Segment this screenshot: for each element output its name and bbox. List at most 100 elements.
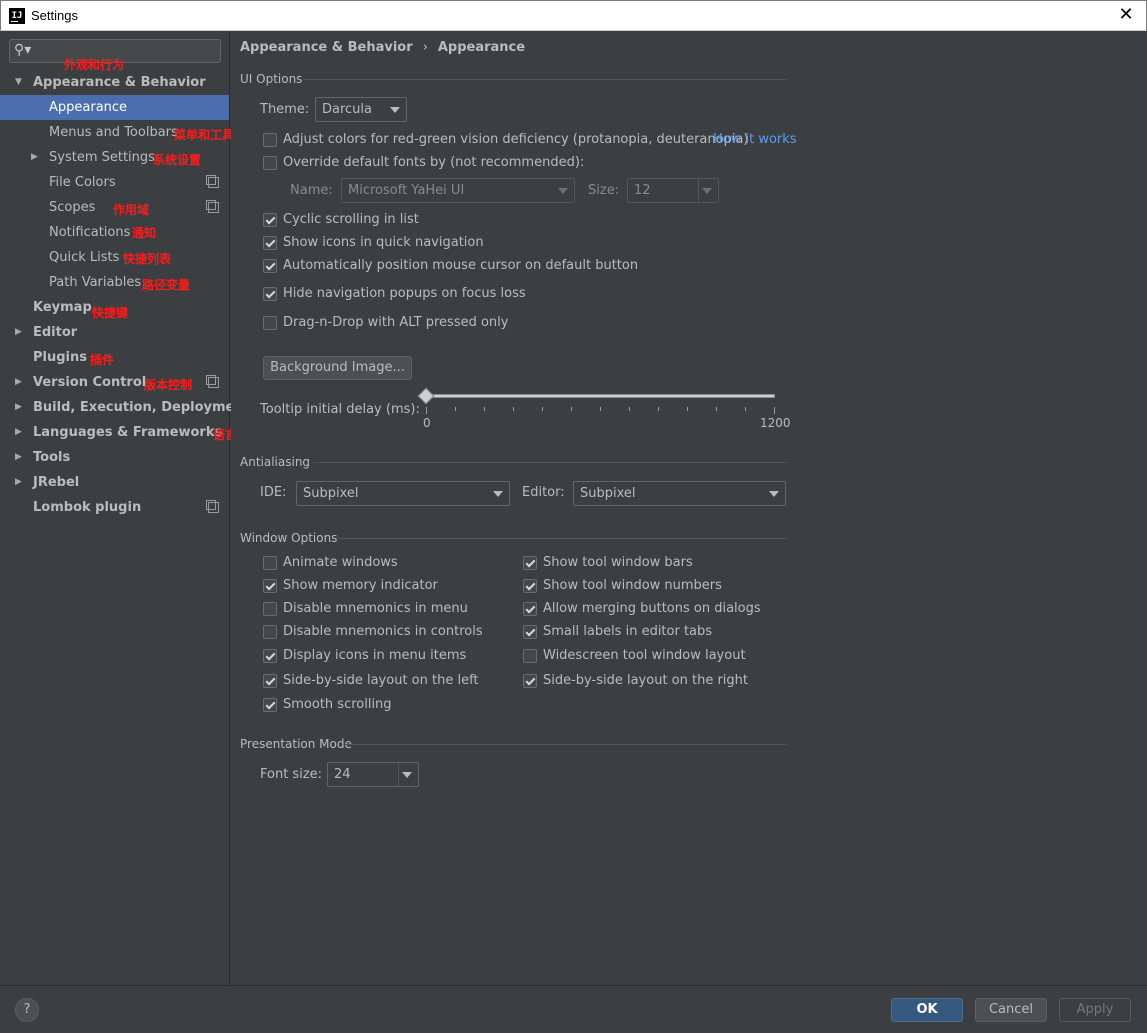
- presentation-font-size-label: Font size:: [260, 767, 323, 782]
- slider-max-label: 1200: [760, 416, 791, 430]
- slider-tick: [600, 407, 601, 411]
- tree-item-lombok-plugin[interactable]: Lombok plugin: [0, 495, 229, 520]
- expand-right-icon[interactable]: ▶: [31, 145, 38, 170]
- drag-n-drop-alt-label[interactable]: Drag-n-Drop with ALT pressed only: [283, 315, 508, 330]
- theme-select[interactable]: Darcula: [315, 97, 407, 122]
- small-labels-editor-tabs-label[interactable]: Small labels in editor tabs: [543, 624, 712, 639]
- animate-windows-checkbox[interactable]: [263, 556, 277, 570]
- window-title: Settings: [31, 8, 78, 23]
- allow-merging-buttons-label[interactable]: Allow merging buttons on dialogs: [543, 601, 761, 616]
- show-icons-quick-nav-label[interactable]: Show icons in quick navigation: [283, 235, 484, 250]
- slider-tick: [687, 407, 688, 411]
- tooltip-delay-slider-thumb[interactable]: [417, 387, 435, 405]
- cancel-button[interactable]: Cancel: [975, 998, 1047, 1022]
- show-tool-window-bars-checkbox[interactable]: [523, 556, 537, 570]
- side-by-side-left-label[interactable]: Side-by-side layout on the left: [283, 673, 479, 688]
- slider-tick: [455, 407, 456, 411]
- search-input[interactable]: [36, 42, 216, 60]
- override-fonts-checkbox[interactable]: [263, 156, 277, 170]
- tree-item-editor[interactable]: ▶ Editor: [0, 320, 229, 345]
- tree-label: Version Control: [33, 375, 147, 390]
- smooth-scrolling-checkbox[interactable]: [263, 698, 277, 712]
- auto-position-cursor-label[interactable]: Automatically position mouse cursor on d…: [283, 258, 638, 273]
- expand-right-icon[interactable]: ▶: [15, 445, 22, 470]
- tree-item-notifications[interactable]: Notifications: [0, 220, 229, 245]
- display-icons-menu-label[interactable]: Display icons in menu items: [283, 648, 466, 663]
- cyclic-scrolling-label[interactable]: Cyclic scrolling in list: [283, 212, 419, 227]
- search-icon: ⚲▾: [14, 42, 32, 58]
- drag-n-drop-alt-checkbox[interactable]: [263, 316, 277, 330]
- breadcrumb: Appearance & Behavior › Appearance: [240, 40, 525, 55]
- tree-item-appearance[interactable]: Appearance: [0, 95, 229, 120]
- override-fonts-label[interactable]: Override default fonts by (not recommend…: [283, 155, 584, 170]
- cyclic-scrolling-checkbox[interactable]: [263, 213, 277, 227]
- expand-right-icon[interactable]: ▶: [15, 420, 22, 445]
- tree-item-file-colors[interactable]: File Colors: [0, 170, 229, 195]
- side-by-side-left-checkbox[interactable]: [263, 674, 277, 688]
- expand-right-icon[interactable]: ▶: [15, 470, 22, 495]
- slider-tick: [513, 407, 514, 411]
- expand-down-icon[interactable]: ▼: [15, 70, 22, 95]
- chevron-down-icon: [493, 491, 503, 497]
- smooth-scrolling-label[interactable]: Smooth scrolling: [283, 697, 392, 712]
- tree-item-version-control[interactable]: ▶ Version Control: [0, 370, 229, 395]
- expand-right-icon[interactable]: ▶: [15, 395, 22, 420]
- show-tool-window-numbers-label[interactable]: Show tool window numbers: [543, 578, 722, 593]
- show-tool-window-numbers-checkbox[interactable]: [523, 579, 537, 593]
- animate-windows-label[interactable]: Animate windows: [283, 555, 398, 570]
- tree-item-languages-frameworks[interactable]: ▶ Languages & Frameworks: [0, 420, 229, 445]
- tree-item-tools[interactable]: ▶ Tools: [0, 445, 229, 470]
- hide-nav-popups-label[interactable]: Hide navigation popups on focus loss: [283, 286, 526, 301]
- widescreen-layout-checkbox[interactable]: [523, 649, 537, 663]
- apply-button[interactable]: Apply: [1059, 998, 1131, 1022]
- adjust-colors-label[interactable]: Adjust colors for red-green vision defic…: [283, 132, 748, 147]
- font-name-select[interactable]: Microsoft YaHei UI: [341, 178, 575, 203]
- tree-item-build-execution-deployment[interactable]: ▶ Build, Execution, Deployment: [0, 395, 250, 420]
- side-by-side-right-label[interactable]: Side-by-side layout on the right: [543, 673, 748, 688]
- ok-button[interactable]: OK: [891, 998, 963, 1022]
- disable-mnemonics-menu-label[interactable]: Disable mnemonics in menu: [283, 601, 468, 616]
- tree-item-quick-lists[interactable]: Quick Lists: [0, 245, 229, 270]
- slider-tick: [745, 407, 746, 411]
- auto-position-cursor-checkbox[interactable]: [263, 259, 277, 273]
- close-icon[interactable]: ✕: [1116, 5, 1136, 25]
- show-icons-quick-nav-checkbox[interactable]: [263, 236, 277, 250]
- disable-mnemonics-controls-checkbox[interactable]: [263, 625, 277, 639]
- presentation-font-size-value: 24: [334, 767, 351, 782]
- side-by-side-right-checkbox[interactable]: [523, 674, 537, 688]
- tree-item-path-variables[interactable]: Path Variables: [0, 270, 229, 295]
- adjust-colors-checkbox[interactable]: [263, 133, 277, 147]
- widescreen-layout-label[interactable]: Widescreen tool window layout: [543, 648, 746, 663]
- disable-mnemonics-menu-checkbox[interactable]: [263, 602, 277, 616]
- small-labels-editor-tabs-checkbox[interactable]: [523, 625, 537, 639]
- how-it-works-link[interactable]: How it works: [713, 132, 797, 147]
- background-image-button[interactable]: Background Image...: [263, 356, 412, 380]
- tree-item-plugins[interactable]: Plugins: [0, 345, 229, 370]
- expand-right-icon[interactable]: ▶: [15, 370, 22, 395]
- slider-min-label: 0: [423, 416, 431, 430]
- editor-antialiasing-select[interactable]: Subpixel: [573, 481, 786, 506]
- section-title-ui-options: UI Options: [240, 72, 303, 86]
- tree-label: Languages & Frameworks: [33, 425, 223, 440]
- ide-antialiasing-select[interactable]: Subpixel: [296, 481, 510, 506]
- tree-label: File Colors: [49, 175, 116, 190]
- font-size-select[interactable]: 12: [627, 178, 719, 203]
- combo-divider: [398, 763, 399, 786]
- show-memory-indicator-checkbox[interactable]: [263, 579, 277, 593]
- dialog-footer: ? OK Cancel Apply: [0, 985, 1147, 1033]
- expand-right-icon[interactable]: ▶: [15, 320, 22, 345]
- hide-nav-popups-checkbox[interactable]: [263, 287, 277, 301]
- disable-mnemonics-controls-label[interactable]: Disable mnemonics in controls: [283, 624, 483, 639]
- show-memory-indicator-label[interactable]: Show memory indicator: [283, 578, 438, 593]
- tooltip-delay-slider-track[interactable]: [426, 394, 775, 398]
- tree-label: Build, Execution, Deployment: [33, 400, 250, 415]
- display-icons-menu-checkbox[interactable]: [263, 649, 277, 663]
- breadcrumb-parent[interactable]: Appearance & Behavior: [240, 40, 413, 55]
- help-icon[interactable]: ?: [15, 998, 39, 1022]
- show-tool-window-bars-label[interactable]: Show tool window bars: [543, 555, 693, 570]
- allow-merging-buttons-checkbox[interactable]: [523, 602, 537, 616]
- project-scope-icon: [206, 175, 219, 188]
- tree-item-appearance-behavior[interactable]: ▼ Appearance & Behavior: [0, 70, 229, 95]
- tree-item-jrebel[interactable]: ▶ JRebel: [0, 470, 229, 495]
- presentation-font-size-select[interactable]: 24: [327, 762, 419, 787]
